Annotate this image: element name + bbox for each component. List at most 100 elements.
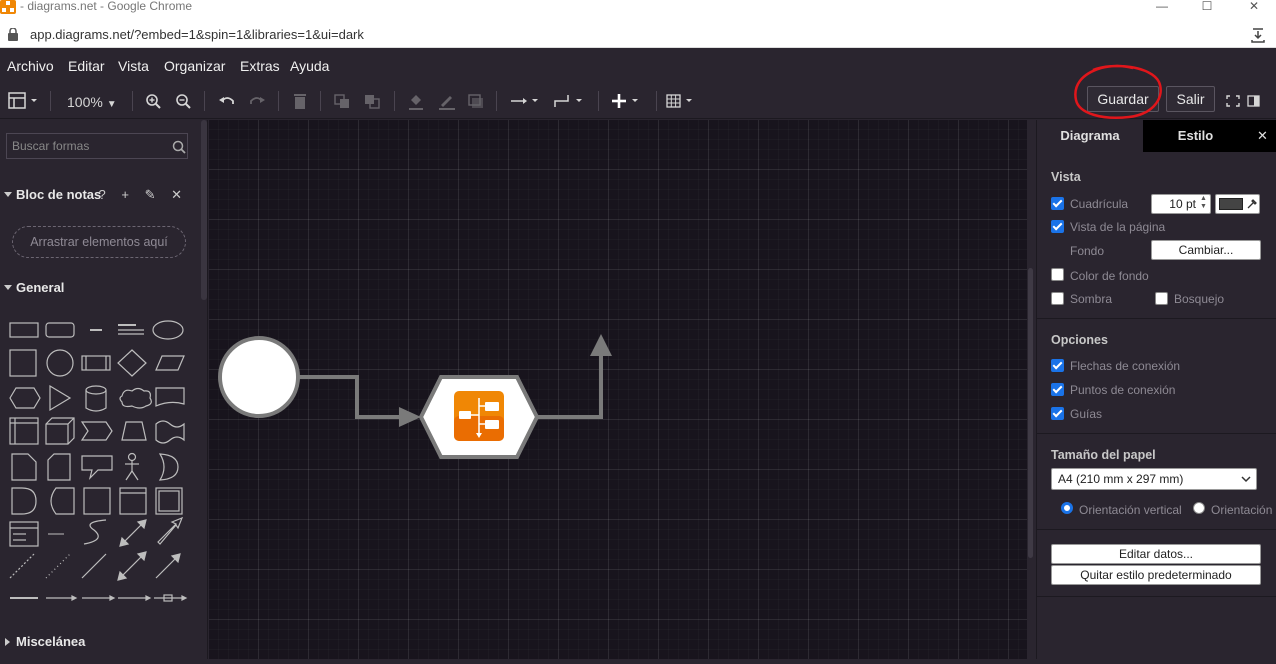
redo-icon[interactable]: [248, 91, 266, 111]
connector-three-labels-shape[interactable]: [154, 594, 188, 602]
cylinder-shape[interactable]: [85, 385, 107, 412]
cube-shape[interactable]: [45, 417, 75, 445]
drop-zone[interactable]: Arrastrar elementos aquí: [12, 226, 186, 258]
bidirectional-connector-shape[interactable]: [117, 551, 147, 581]
portrait-radio[interactable]: [1061, 502, 1073, 514]
directional-connector-shape[interactable]: [155, 553, 181, 579]
parallelogram-shape[interactable]: [155, 355, 185, 371]
textbox-shape[interactable]: [118, 324, 144, 335]
panel-layout-icon[interactable]: [8, 91, 40, 111]
misc-section-header[interactable]: Miscelánea: [0, 631, 200, 655]
callout-shape[interactable]: [81, 455, 113, 480]
bg-color-checkbox[interactable]: [1051, 268, 1064, 281]
edit-data-button[interactable]: Editar datos...: [1051, 544, 1261, 564]
connector-arrow-shape[interactable]: [46, 595, 78, 601]
connector-label-shape[interactable]: [82, 595, 116, 601]
minimize-icon[interactable]: —: [1140, 0, 1184, 14]
menu-extras[interactable]: Extras: [240, 58, 280, 74]
circle-shape[interactable]: [46, 349, 74, 377]
document-shape[interactable]: [155, 387, 185, 407]
landscape-radio[interactable]: [1193, 502, 1205, 514]
connector-edge[interactable]: [299, 375, 407, 419]
sketch-checkbox[interactable]: [1155, 292, 1168, 305]
line-color-icon[interactable]: [438, 91, 456, 111]
to-front-icon[interactable]: [334, 91, 350, 111]
internal-storage-shape[interactable]: [9, 417, 39, 445]
stored-data-shape[interactable]: [50, 487, 75, 515]
paper-size-select[interactable]: A4 (210 mm x 297 mm): [1051, 468, 1257, 490]
connection-arrows-checkbox[interactable]: [1051, 359, 1064, 372]
maximize-icon[interactable]: ☐: [1185, 0, 1229, 14]
process-shape[interactable]: [81, 355, 111, 371]
remove-default-style-button[interactable]: Quitar estilo predeterminado: [1051, 565, 1261, 585]
general-section-header[interactable]: General: [0, 277, 200, 301]
cloud-shape[interactable]: [119, 387, 152, 409]
connector-edge-2[interactable]: [537, 346, 603, 419]
connector-two-labels-shape[interactable]: [118, 595, 152, 601]
triangle-shape[interactable]: [49, 384, 72, 412]
menu-editar[interactable]: Editar: [68, 58, 105, 74]
scratchpad-actions[interactable]: ? + ✎ ✕: [99, 187, 188, 203]
grid-color-button[interactable]: [1215, 194, 1260, 214]
exit-button[interactable]: Salir: [1166, 86, 1215, 112]
grid-checkbox[interactable]: [1051, 197, 1064, 210]
arrow-shape[interactable]: [157, 516, 184, 545]
note-shape[interactable]: [11, 453, 37, 481]
curve-shape[interactable]: [83, 519, 107, 545]
url-text[interactable]: app.diagrams.net/?embed=1&spin=1&librari…: [30, 27, 364, 42]
insert-plus-icon[interactable]: [612, 91, 644, 111]
dashed-line-shape[interactable]: [9, 553, 35, 579]
change-background-button[interactable]: Cambiar...: [1151, 240, 1261, 260]
close-window-icon[interactable]: ✕: [1232, 0, 1276, 14]
waypoints-icon[interactable]: [554, 91, 586, 111]
diagram-canvas[interactable]: [209, 120, 1027, 659]
list-shape[interactable]: [9, 521, 39, 547]
hexagon-shape[interactable]: [9, 387, 41, 409]
table-icon[interactable]: [666, 91, 698, 111]
tape-shape[interactable]: [155, 420, 185, 444]
fullscreen-icon[interactable]: [1226, 91, 1240, 111]
ellipse-shape[interactable]: [152, 320, 184, 340]
container-shape[interactable]: [119, 487, 147, 515]
tab-diagram[interactable]: Diagrama: [1037, 120, 1143, 152]
or-shape[interactable]: [158, 453, 179, 481]
square-outline-shape[interactable]: [83, 487, 111, 515]
step-shape[interactable]: [80, 421, 113, 441]
canvas-scrollbar[interactable]: [1027, 120, 1035, 659]
connection-style-icon[interactable]: [510, 91, 542, 111]
shadow-icon[interactable]: [468, 91, 484, 111]
search-icon[interactable]: [172, 140, 186, 154]
fill-color-icon[interactable]: [408, 91, 424, 111]
delete-icon[interactable]: [292, 91, 308, 111]
connection-points-checkbox[interactable]: [1051, 383, 1064, 396]
format-panel-toggle-icon[interactable]: [1247, 91, 1261, 111]
menu-organizar[interactable]: Organizar: [164, 58, 225, 74]
grid-size-stepper[interactable]: ▲ ▼: [1200, 195, 1207, 211]
delay-shape[interactable]: [11, 487, 37, 515]
close-panel-icon[interactable]: ✕: [1248, 120, 1276, 152]
zoom-in-icon[interactable]: [146, 91, 162, 111]
rectangle-shape[interactable]: [9, 322, 39, 338]
menu-archivo[interactable]: Archivo: [7, 58, 54, 74]
to-back-icon[interactable]: [364, 91, 380, 111]
search-input[interactable]: Buscar formas: [6, 133, 188, 159]
undo-icon[interactable]: [218, 91, 236, 111]
dotted-line-shape[interactable]: [45, 553, 71, 579]
shadow-checkbox[interactable]: [1051, 292, 1064, 305]
square-shape[interactable]: [9, 349, 37, 377]
menu-ayuda[interactable]: Ayuda: [290, 58, 329, 74]
actor-shape[interactable]: [125, 452, 139, 481]
diamond-shape[interactable]: [117, 349, 147, 377]
zoom-out-icon[interactable]: [176, 91, 192, 111]
bidirectional-arrow-shape[interactable]: [119, 519, 147, 547]
sidebar-scrollbar[interactable]: [201, 120, 207, 300]
tab-style[interactable]: Estilo: [1143, 120, 1248, 152]
trapezoid-shape[interactable]: [121, 421, 147, 441]
rounded-rectangle-shape[interactable]: [45, 322, 75, 338]
download-icon[interactable]: [1250, 27, 1266, 43]
menu-vista[interactable]: Vista: [118, 58, 149, 74]
scratchpad-header[interactable]: Bloc de notas ? + ✎ ✕: [0, 184, 200, 208]
guides-checkbox[interactable]: [1051, 407, 1064, 420]
page-view-checkbox[interactable]: [1051, 220, 1064, 233]
card-shape[interactable]: [47, 453, 71, 481]
